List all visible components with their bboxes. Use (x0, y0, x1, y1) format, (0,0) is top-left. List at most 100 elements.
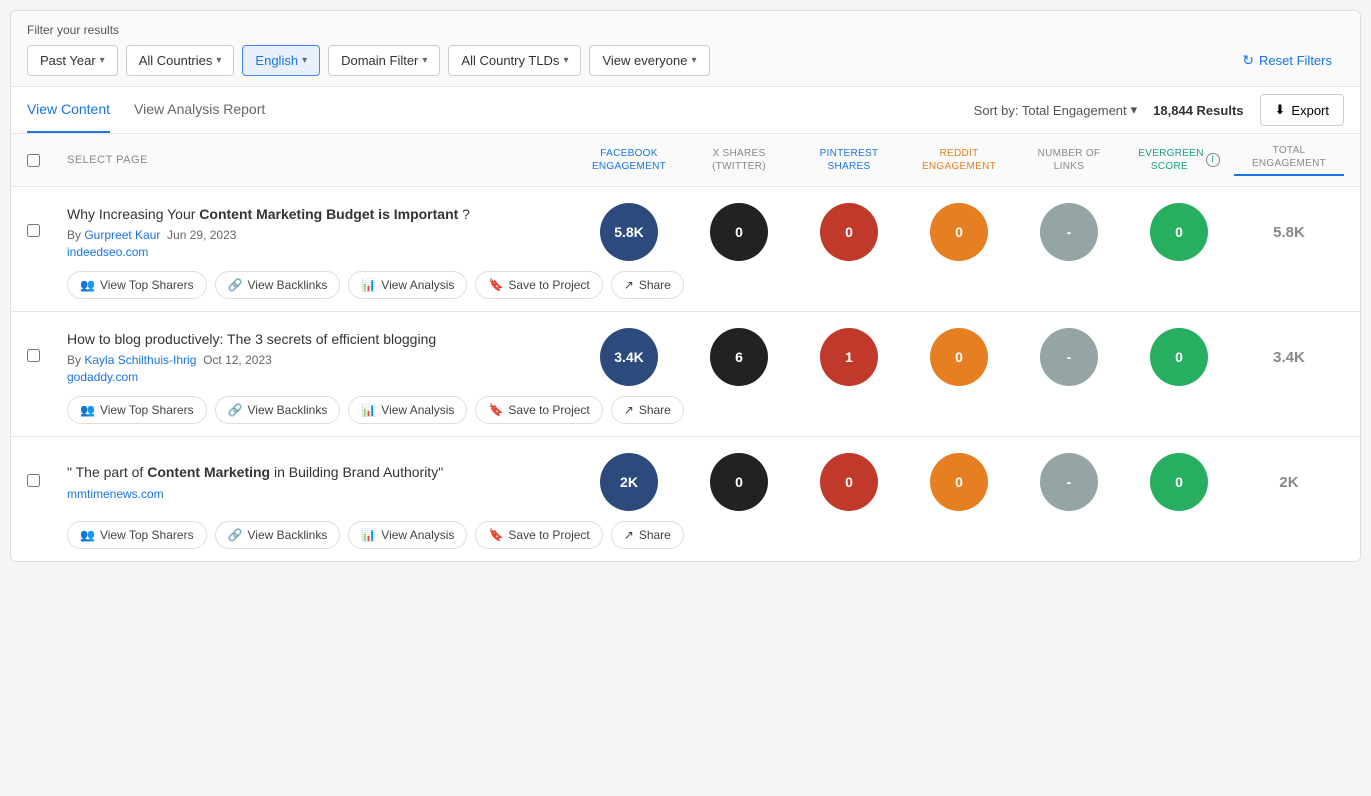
stat-facebook-2: 3.4K (574, 328, 684, 386)
tab-view-analysis[interactable]: View Analysis Report (134, 87, 265, 133)
row-top: " The part of Content Marketing in Build… (27, 453, 1344, 511)
stat-facebook-1: 5.8K (574, 203, 684, 261)
view-backlinks-button-3[interactable]: 🔗 View Backlinks (215, 521, 341, 549)
table-row: " The part of Content Marketing in Build… (11, 437, 1360, 561)
filter-language-label: English (255, 53, 298, 68)
filter-domain-label: Domain Filter (341, 53, 418, 68)
view-top-sharers-button-3[interactable]: 👥 View Top Sharers (67, 521, 207, 549)
chevron-icon: ▾ (692, 55, 697, 66)
reset-filters-button[interactable]: ↻ Reset Filters (1230, 45, 1344, 76)
row-stats-2: 3.4K 6 1 0 - 0 3.4K (574, 328, 1344, 386)
save-icon: 🔖 (488, 403, 503, 417)
analysis-icon: 📊 (361, 403, 376, 417)
share-icon: ↗ (624, 403, 634, 417)
filter-tlds-label: All Country TLDs (461, 53, 559, 68)
backlinks-icon: 🔗 (228, 403, 243, 417)
backlinks-label: View Backlinks (248, 278, 328, 292)
stat-total-1: 5.8K (1234, 224, 1344, 241)
stat-evergreen-2: 0 (1124, 328, 1234, 386)
view-top-sharers-button-1[interactable]: 👥 View Top Sharers (67, 271, 207, 299)
view-backlinks-button-1[interactable]: 🔗 View Backlinks (215, 271, 341, 299)
row-content-2: How to blog productively: The 3 secrets … (67, 330, 574, 385)
select-all-col (27, 154, 67, 167)
chevron-icon: ▾ (302, 55, 307, 66)
tab-view-content[interactable]: View Content (27, 87, 110, 133)
save-icon: 🔖 (488, 528, 503, 542)
view-analysis-button-3[interactable]: 📊 View Analysis (348, 521, 467, 549)
filter-domain[interactable]: Domain Filter ▾ (328, 45, 440, 76)
filter-view-label: View everyone (602, 53, 687, 68)
row-title-3: " The part of Content Marketing in Build… (67, 463, 574, 483)
sharers-label: View Top Sharers (100, 278, 194, 292)
table-row: Why Increasing Your Content Marketing Bu… (11, 187, 1360, 312)
save-label: Save to Project (508, 528, 589, 542)
row-meta-2: By Kayla Schilthuis-Ihrig Oct 12, 2023 (67, 353, 574, 367)
author-link-2[interactable]: Kayla Schilthuis-Ihrig (84, 353, 196, 367)
share-button-1[interactable]: ↗ Share (611, 271, 684, 299)
select-page-col: Select Page (67, 154, 574, 166)
sharers-icon: 👥 (80, 403, 95, 417)
row-domain-1: indeedseo.com (67, 245, 574, 259)
filter-label: Filter your results (27, 23, 1344, 37)
save-to-project-button-3[interactable]: 🔖 Save to Project (475, 521, 602, 549)
chevron-icon: ▾ (563, 55, 568, 66)
save-icon: 🔖 (488, 278, 503, 292)
share-button-3[interactable]: ↗ Share (611, 521, 684, 549)
view-analysis-button-1[interactable]: 📊 View Analysis (348, 271, 467, 299)
save-to-project-button-2[interactable]: 🔖 Save to Project (475, 396, 602, 424)
stat-pinterest-3: 0 (794, 453, 904, 511)
view-backlinks-button-2[interactable]: 🔗 View Backlinks (215, 396, 341, 424)
stat-total-2: 3.4K (1234, 349, 1344, 366)
export-button[interactable]: ⬇ Export (1260, 94, 1344, 126)
filter-tlds[interactable]: All Country TLDs ▾ (448, 45, 581, 76)
download-icon: ⬇ (1275, 102, 1286, 118)
share-button-2[interactable]: ↗ Share (611, 396, 684, 424)
view-analysis-button-2[interactable]: 📊 View Analysis (348, 396, 467, 424)
backlinks-label: View Backlinks (248, 403, 328, 417)
col-total: TotalEngagement (1234, 144, 1344, 176)
author-link-1[interactable]: Gurpreet Kaur (84, 228, 160, 242)
share-label: Share (639, 403, 671, 417)
backlinks-icon: 🔗 (228, 528, 243, 542)
save-to-project-button-1[interactable]: 🔖 Save to Project (475, 271, 602, 299)
view-top-sharers-button-2[interactable]: 👥 View Top Sharers (67, 396, 207, 424)
sharers-icon: 👥 (80, 278, 95, 292)
select-page-label: Select Page (67, 154, 148, 166)
filter-time[interactable]: Past Year ▾ (27, 45, 118, 76)
action-row-3: 👥 View Top Sharers 🔗 View Backlinks 📊 Vi… (27, 511, 1344, 561)
row-title-1: Why Increasing Your Content Marketing Bu… (67, 205, 574, 225)
main-container: Filter your results Past Year ▾ All Coun… (10, 10, 1361, 562)
row-domain-2: godaddy.com (67, 370, 574, 384)
filter-bar: Filter your results Past Year ▾ All Coun… (11, 11, 1360, 87)
filter-row: Past Year ▾ All Countries ▾ English ▾ Do… (27, 45, 1344, 76)
stat-reddit-3: 0 (904, 453, 1014, 511)
stat-reddit-2: 0 (904, 328, 1014, 386)
filter-countries[interactable]: All Countries ▾ (126, 45, 235, 76)
action-row-2: 👥 View Top Sharers 🔗 View Backlinks 📊 Vi… (27, 386, 1344, 436)
table-row: How to blog productively: The 3 secrets … (11, 312, 1360, 437)
filter-view[interactable]: View everyone ▾ (589, 45, 709, 76)
stat-links-2: - (1014, 328, 1124, 386)
share-icon: ↗ (624, 528, 634, 542)
save-label: Save to Project (508, 278, 589, 292)
col-facebook: FacebookEngagement (574, 147, 684, 173)
info-icon[interactable]: i (1206, 153, 1220, 167)
row-checkbox-1[interactable] (27, 224, 67, 240)
row-checkbox-2[interactable] (27, 349, 67, 365)
sharers-icon: 👥 (80, 528, 95, 542)
table-header: Select Page FacebookEngagement X Shares(… (11, 134, 1360, 187)
chevron-down-icon: ▾ (1131, 102, 1138, 118)
chevron-icon: ▾ (100, 55, 105, 66)
row-top: How to blog productively: The 3 secrets … (27, 328, 1344, 386)
select-all-checkbox[interactable] (27, 154, 40, 167)
stat-evergreen-3: 0 (1124, 453, 1234, 511)
share-label: Share (639, 278, 671, 292)
filter-language[interactable]: English ▾ (242, 45, 320, 76)
sort-button[interactable]: Sort by: Total Engagement ▾ (974, 102, 1138, 118)
row-content-1: Why Increasing Your Content Marketing Bu… (67, 205, 574, 260)
analysis-label: View Analysis (381, 278, 454, 292)
filter-countries-label: All Countries (139, 53, 213, 68)
row-checkbox-3[interactable] (27, 474, 67, 490)
stat-xshares-2: 6 (684, 328, 794, 386)
sort-label: Sort by: Total Engagement (974, 103, 1127, 118)
